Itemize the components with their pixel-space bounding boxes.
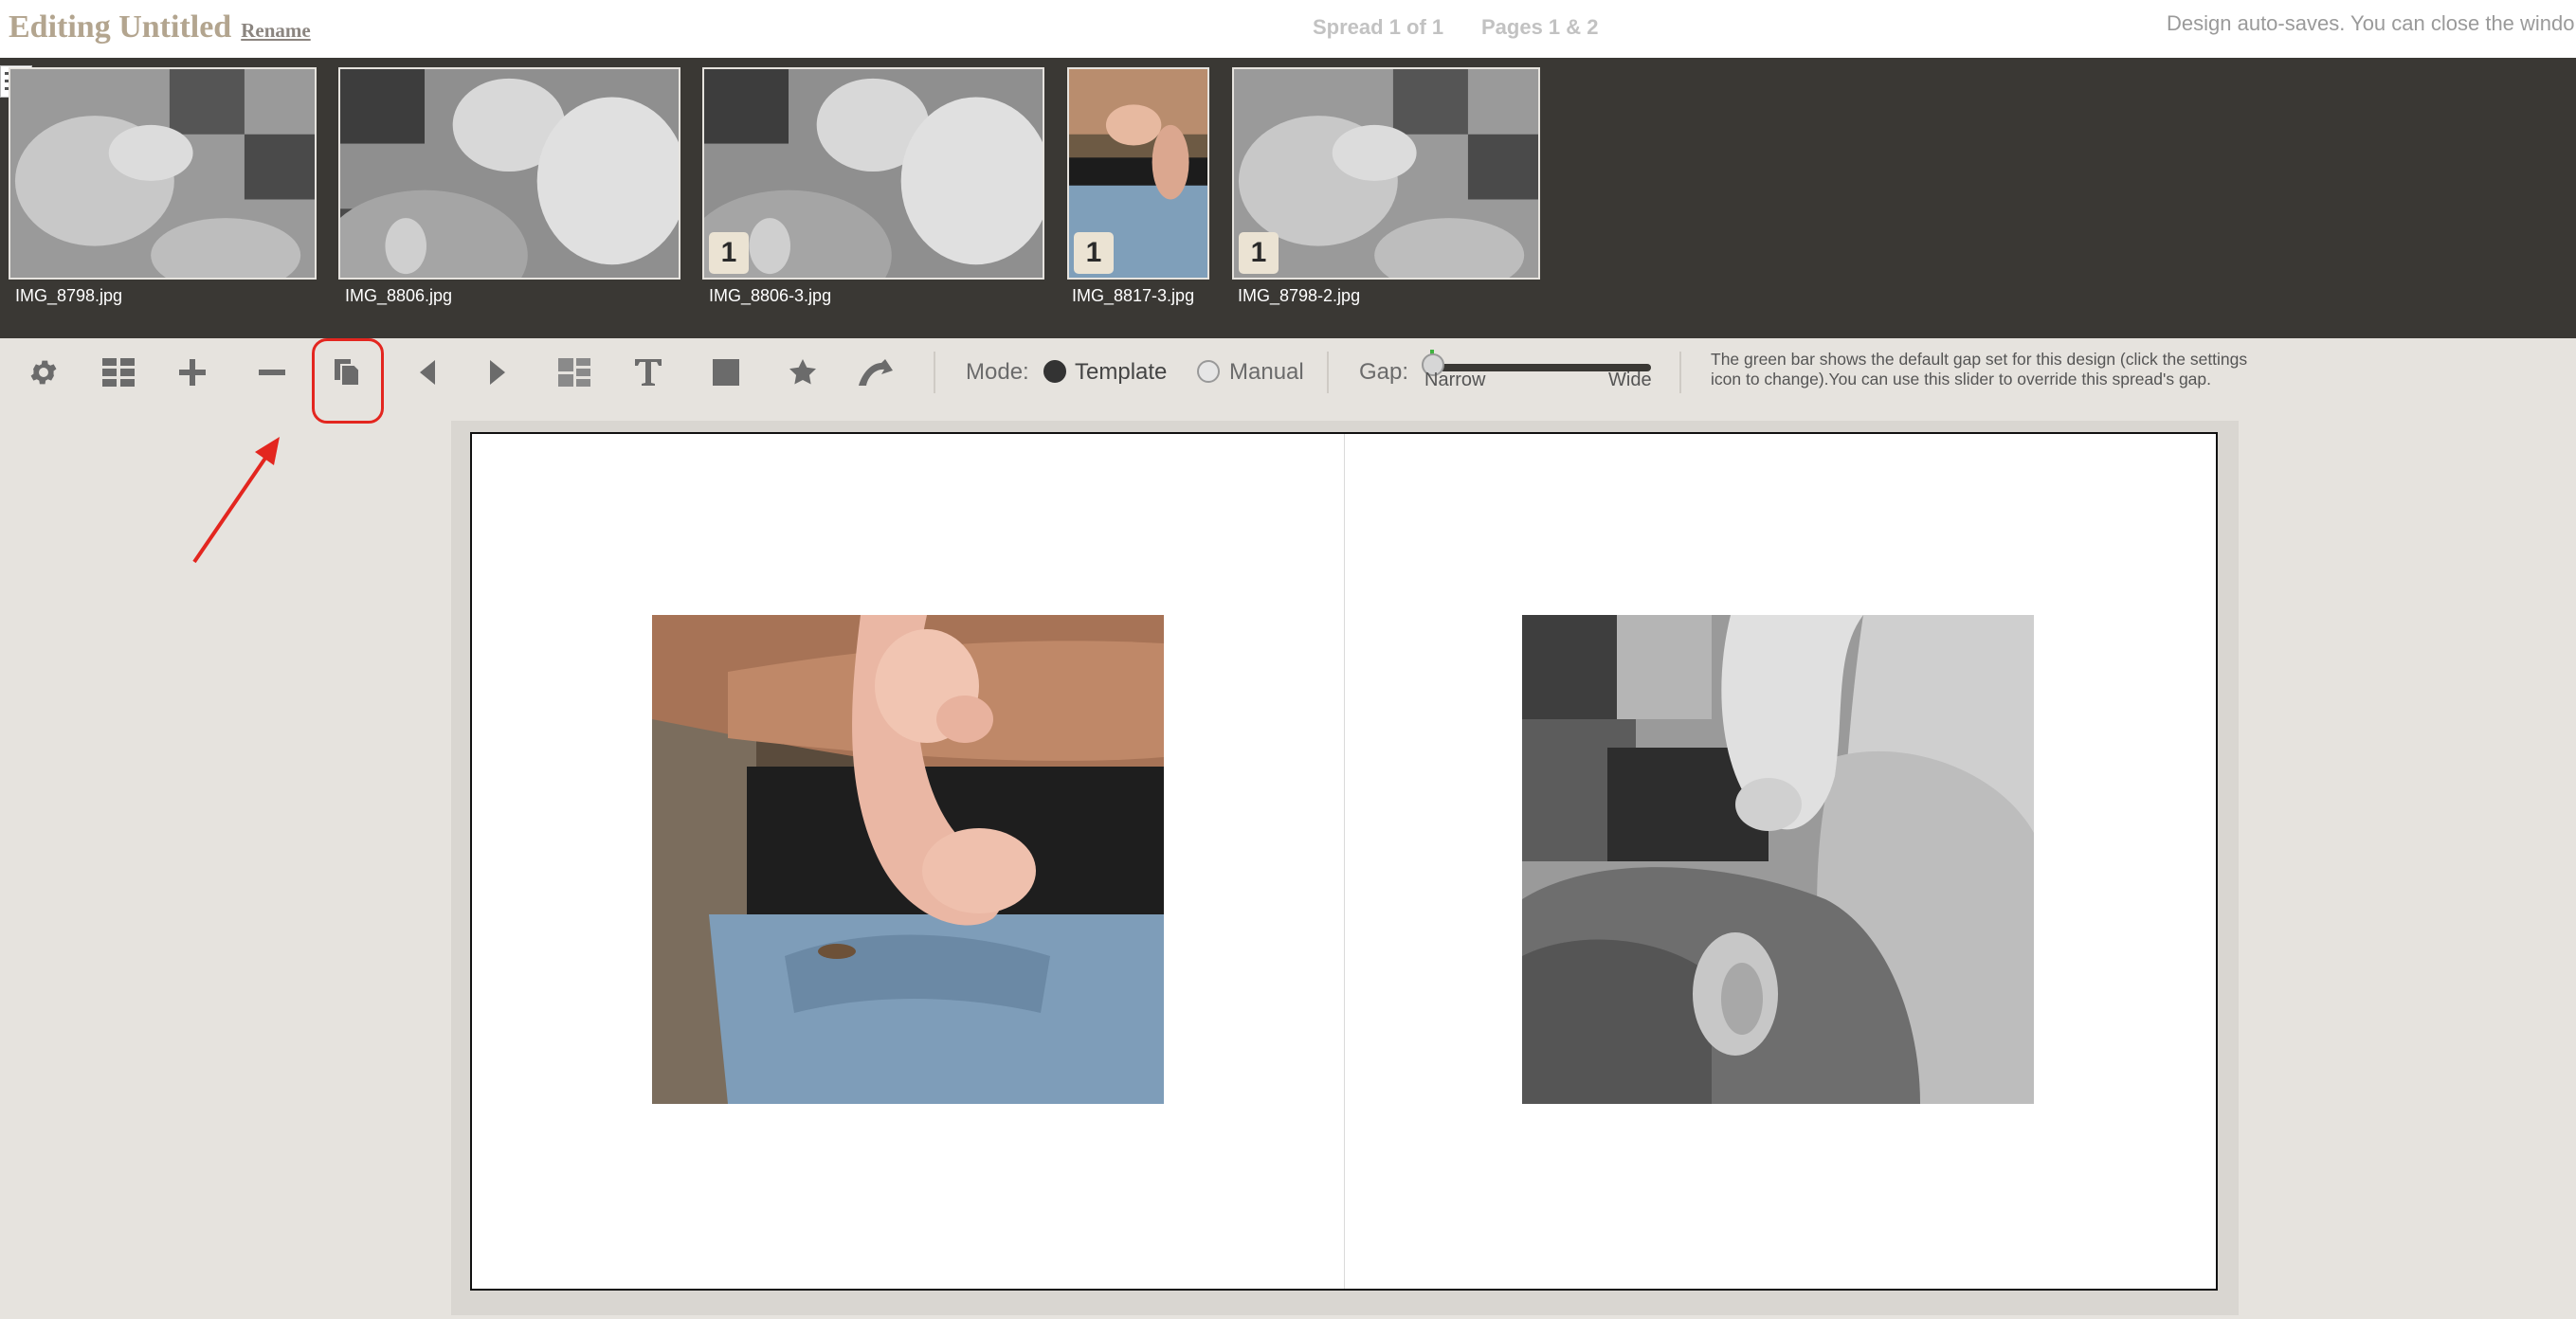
thumbnail-filename: IMG_8798-2.jpg: [1238, 286, 1361, 305]
plus-icon[interactable]: [168, 348, 217, 397]
mode-manual-radio[interactable]: [1197, 360, 1220, 383]
gear-icon[interactable]: [19, 348, 68, 397]
thumbnail-filename: IMG_8817-3.jpg: [1072, 286, 1195, 305]
photo-thumbnail[interactable]: 1: [1067, 67, 1209, 280]
mode-template-radio[interactable]: [1043, 360, 1066, 383]
grid-icon[interactable]: [94, 348, 143, 397]
photo-thumbnail[interactable]: [9, 67, 317, 280]
toolbar-divider: [1327, 352, 1329, 393]
pages-indicator: Pages 1 & 2: [1481, 15, 1599, 39]
design-title: Editing Untitled: [9, 9, 232, 45]
gap-wide-label: Wide: [1608, 370, 1652, 390]
gap-help-text: The green bar shows the default gap set …: [1711, 350, 2248, 388]
spread-spine: [1344, 434, 1345, 1289]
usage-count-badge: 1: [1239, 232, 1279, 274]
gap-narrow-label: Narrow: [1424, 370, 1486, 390]
rename-link[interactable]: Rename: [241, 19, 310, 42]
thumbnail-filename: IMG_8798.jpg: [15, 286, 123, 305]
highlight-annotation: [312, 338, 384, 424]
curl-icon[interactable]: [851, 348, 900, 397]
mode-label: Mode:: [966, 359, 1029, 385]
photo-image: [1522, 615, 2034, 1104]
thumbnail-filename: IMG_8806-3.jpg: [709, 286, 832, 305]
gap-label: Gap:: [1359, 359, 1409, 385]
minus-icon[interactable]: [247, 348, 297, 397]
toolbar-divider: [1679, 352, 1681, 393]
arrow-right-icon[interactable]: [474, 348, 523, 397]
square-icon[interactable]: [701, 348, 751, 397]
arrow-left-icon[interactable]: [402, 348, 451, 397]
star-icon[interactable]: [778, 348, 827, 397]
page-title: Editing Untitled Rename: [9, 9, 311, 45]
photo-left-page[interactable]: [652, 615, 1164, 1104]
photo-right-page[interactable]: [1522, 615, 2034, 1104]
arrow-annotation: [192, 437, 280, 564]
text-icon[interactable]: [624, 348, 673, 397]
photo-thumbnail[interactable]: 1: [702, 67, 1044, 280]
book-spread: [470, 432, 2218, 1291]
editor-toolbar: Mode: Template Manual Gap: Narrow Wide T…: [0, 338, 2576, 407]
toolbar-divider: [934, 352, 935, 393]
photo-filmstrip: IMG_8798.jpg IMG_8806.jpg 1 IMG_8806-3.j…: [0, 58, 2576, 338]
mode-manual-label[interactable]: Manual: [1229, 359, 1304, 386]
photo-thumbnail[interactable]: [338, 67, 680, 280]
photo-image: [1234, 69, 1538, 278]
thumbnail-filename: IMG_8806.jpg: [345, 286, 453, 305]
photo-image: [340, 69, 679, 278]
app-header: Editing Untitled Rename Spread 1 of 1 Pag…: [0, 0, 2576, 58]
mode-template-label[interactable]: Template: [1075, 359, 1167, 386]
autosave-notice: Design auto-saves. You can close the win…: [2167, 11, 2575, 35]
photo-image: [10, 69, 315, 278]
spread-indicator: Spread 1 of 1: [1313, 15, 1444, 39]
usage-count-badge: 1: [709, 232, 749, 274]
layout-icon[interactable]: [550, 348, 599, 397]
photo-thumbnail[interactable]: 1: [1232, 67, 1540, 280]
photo-image: [652, 615, 1164, 1104]
usage-count-badge: 1: [1074, 232, 1114, 274]
photo-image: [704, 69, 1043, 278]
